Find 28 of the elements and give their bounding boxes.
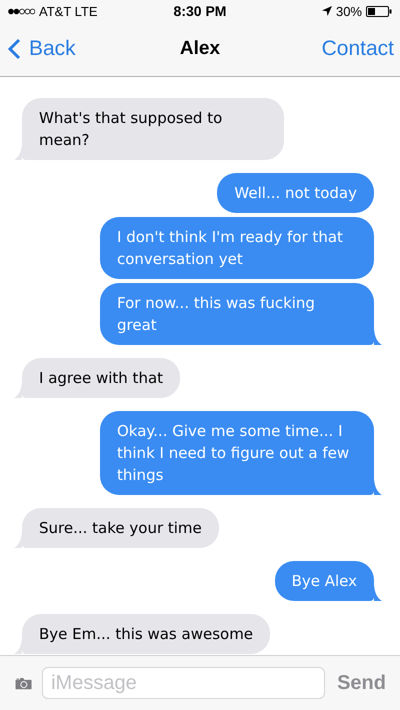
back-button[interactable]: Back	[8, 37, 76, 61]
bubble-tail-icon	[374, 329, 382, 345]
sent-message: For now... this was fucking great	[100, 283, 374, 345]
bubble-tail-icon	[14, 638, 22, 654]
sent-message: Bye Alex	[274, 561, 374, 601]
received-message: What's that supposed to mean?	[22, 98, 284, 160]
send-button[interactable]: Send	[335, 672, 386, 694]
battery-icon	[366, 6, 392, 16]
contact-button[interactable]: Contact	[322, 37, 394, 61]
message-field[interactable]: iMessage	[42, 667, 326, 699]
contact-name: Alex	[180, 38, 220, 60]
received-message: I agree with that	[22, 358, 180, 398]
bubble-tail-icon	[14, 144, 22, 160]
sent-message: Well... not today	[217, 173, 374, 213]
chevron-icon	[8, 38, 21, 60]
location-icon	[322, 6, 332, 16]
bubble-tail-icon	[374, 585, 382, 601]
bubble-tail-icon	[374, 479, 382, 495]
clock-time: 8:30 PM	[174, 3, 226, 19]
bubble-tail-icon	[14, 532, 22, 548]
sent-message: I don't think I'm ready for that conversation yet	[100, 217, 374, 279]
received-message: Bye Em... this was awesome	[22, 614, 270, 654]
carrier-label: AT&T LTE	[39, 4, 98, 18]
received-message: Sure... take your time	[22, 508, 219, 548]
signal-icon	[8, 8, 35, 14]
sent-message: Okay... Give me some time... I think I need to figure out a few things	[100, 411, 374, 495]
battery-percent: 30%	[336, 4, 362, 18]
bubble-tail-icon	[14, 382, 22, 398]
